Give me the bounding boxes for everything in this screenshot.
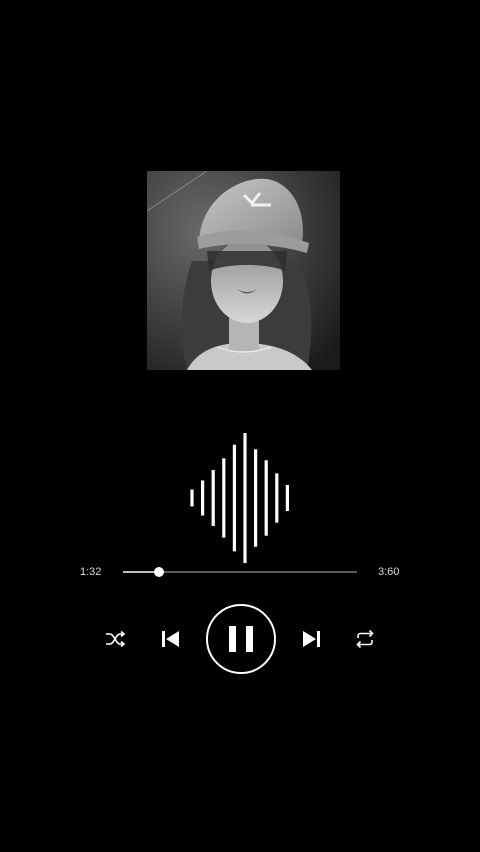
waveform-bar xyxy=(285,485,289,511)
waveform-bar xyxy=(201,480,205,516)
album-cover-image xyxy=(147,171,340,370)
shuffle-icon xyxy=(106,630,126,648)
previous-button[interactable] xyxy=(158,626,184,652)
audio-waveform xyxy=(190,433,289,563)
waveform-bar xyxy=(190,489,194,507)
waveform-bar xyxy=(264,460,268,536)
total-duration: 3:60 xyxy=(378,566,400,578)
elapsed-time: 1:32 xyxy=(80,566,102,578)
progress-thumb[interactable] xyxy=(154,567,165,577)
waveform-bar xyxy=(211,470,215,526)
pause-icon xyxy=(206,604,276,674)
progress-bar[interactable] xyxy=(123,567,357,577)
waveform-bar xyxy=(222,458,226,538)
repeat-button[interactable] xyxy=(353,627,377,651)
waveform-bar xyxy=(232,444,236,552)
pause-button[interactable] xyxy=(205,603,277,675)
repeat-icon xyxy=(356,629,374,649)
skip-next-icon xyxy=(303,631,320,647)
waveform-bar xyxy=(275,473,279,523)
next-button[interactable] xyxy=(298,626,324,652)
shuffle-button[interactable] xyxy=(103,627,127,651)
album-art xyxy=(147,171,340,370)
skip-previous-icon xyxy=(162,631,179,647)
waveform-bar xyxy=(243,433,247,563)
waveform-bar xyxy=(254,449,258,547)
